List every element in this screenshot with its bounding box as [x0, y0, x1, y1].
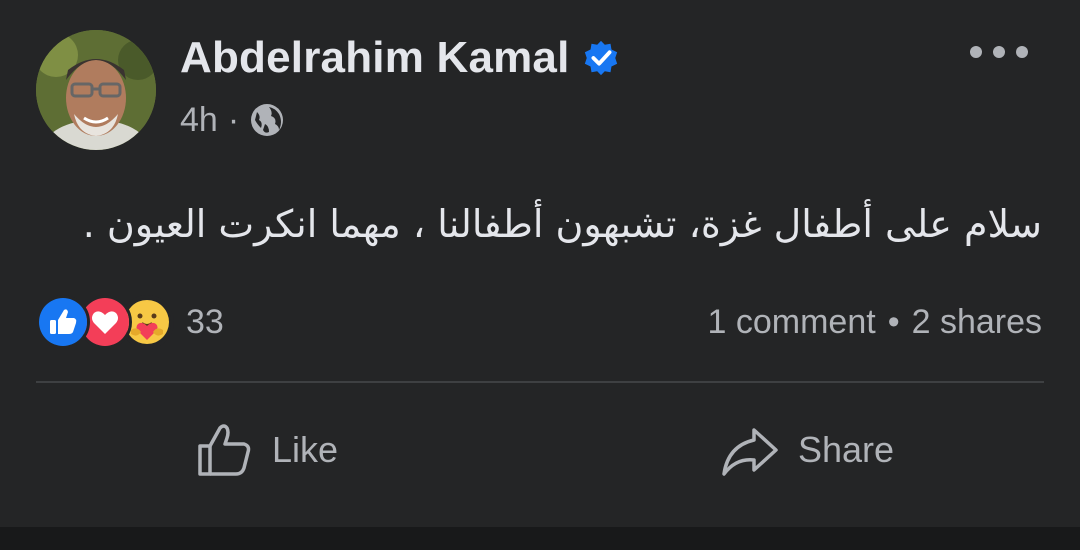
bottom-strip [0, 527, 1080, 550]
share-button[interactable]: Share [720, 418, 894, 482]
post-text: سلام على أطفال غزة، تشبهون أطفالنا ، مهم… [82, 202, 1042, 246]
share-count-link[interactable]: 2 shares [912, 300, 1042, 344]
globe-icon[interactable] [249, 102, 285, 138]
like-label: Like [272, 429, 339, 470]
like-reaction-icon [36, 295, 90, 349]
reactions-summary[interactable]: 33 [36, 295, 224, 349]
more-dot [970, 46, 982, 58]
more-dot [993, 46, 1005, 58]
like-button[interactable]: Like [194, 418, 338, 482]
author-name-text[interactable]: Abdelrahim Kamal [180, 30, 570, 86]
post-stats: 1 comment • 2 shares [708, 300, 1043, 344]
more-dot [1016, 46, 1028, 58]
stats-separator: • [887, 303, 900, 341]
avatar[interactable] [36, 30, 156, 150]
meta-separator: · [227, 101, 240, 139]
more-options-button[interactable] [970, 36, 1028, 68]
share-arrow-icon [722, 428, 778, 476]
post-meta: 4h · [180, 98, 285, 142]
post-card: Abdelrahim Kamal 4h · سلام على أطفال غزة… [0, 0, 1080, 527]
post-time[interactable]: 4h [180, 98, 218, 142]
comment-count-link[interactable]: 1 comment [708, 300, 876, 344]
divider [36, 381, 1044, 383]
avatar-photo [36, 30, 156, 150]
reaction-count: 33 [186, 302, 224, 341]
thumbs-up-icon [198, 424, 251, 476]
verified-badge-icon [584, 40, 617, 76]
author-name[interactable]: Abdelrahim Kamal [180, 30, 620, 86]
share-label: Share [798, 429, 895, 470]
